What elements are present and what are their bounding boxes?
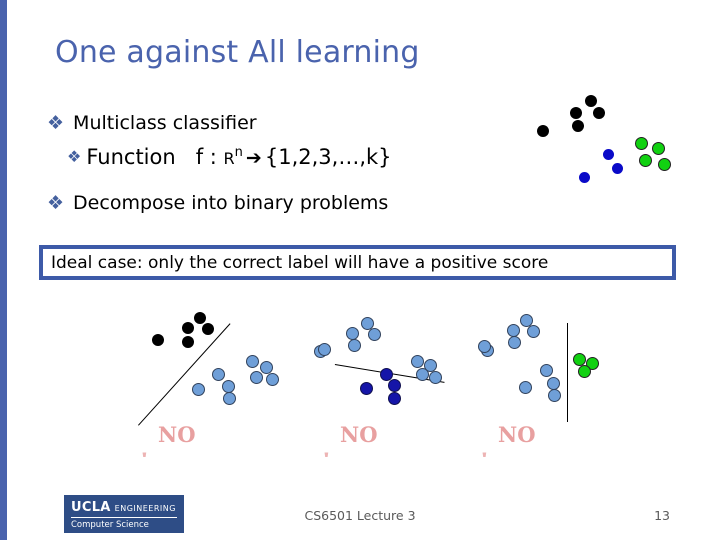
data-point-black bbox=[194, 312, 206, 324]
data-point-green bbox=[651, 141, 665, 155]
faded-clipped-label: ! bbox=[322, 448, 331, 457]
footer-page-number: 13 bbox=[654, 508, 670, 523]
diamond-bullet-icon: ❖ bbox=[47, 112, 65, 134]
data-point-black bbox=[570, 107, 582, 119]
data-point-dblue bbox=[387, 391, 401, 405]
data-point-black bbox=[572, 120, 584, 132]
data-point-lblue bbox=[259, 360, 273, 374]
function-expression: Function f : Rn ➔ {1,2,3,…,k} bbox=[86, 145, 391, 169]
data-point-lblue bbox=[539, 363, 553, 377]
data-point-lblue bbox=[506, 323, 520, 337]
data-point-navy bbox=[611, 162, 623, 174]
data-point-lblue bbox=[249, 370, 263, 384]
bullet-label: Decompose into binary problems bbox=[73, 192, 389, 214]
domain-exponent: n bbox=[234, 145, 243, 160]
data-point-black bbox=[585, 95, 597, 107]
faded-no-label: NO bbox=[498, 422, 536, 447]
data-point-lblue bbox=[222, 391, 236, 405]
data-point-lblue bbox=[428, 370, 442, 384]
page-title: One against All learning bbox=[55, 35, 420, 70]
data-point-black bbox=[202, 323, 214, 335]
data-point-lblue bbox=[547, 388, 561, 402]
function-symbol: f : bbox=[195, 145, 217, 169]
faded-no-label: NO bbox=[340, 422, 378, 447]
data-point-lblue bbox=[526, 324, 540, 338]
data-point-black bbox=[182, 322, 194, 334]
bullet-function-definition: ❖ Function f : Rn ➔ {1,2,3,…,k} bbox=[67, 145, 392, 169]
data-point-navy bbox=[578, 171, 590, 183]
data-point-lblue bbox=[245, 354, 259, 368]
data-point-black bbox=[152, 334, 164, 346]
data-point-lblue bbox=[367, 327, 381, 341]
data-point-green bbox=[577, 364, 591, 378]
data-point-lblue bbox=[518, 380, 532, 394]
left-accent-bar bbox=[0, 0, 7, 540]
data-point-lblue bbox=[546, 376, 560, 390]
diamond-bullet-icon: ❖ bbox=[67, 147, 82, 166]
data-point-green bbox=[572, 352, 586, 366]
diamond-bullet-icon: ❖ bbox=[47, 192, 65, 214]
faded-clipped-label: !____ ___ bbox=[480, 448, 566, 457]
faded-no-label: NO bbox=[158, 422, 196, 447]
data-point-lblue bbox=[317, 342, 331, 356]
domain-symbol: R bbox=[223, 149, 235, 168]
data-point-lblue bbox=[477, 339, 491, 353]
data-point-dblue bbox=[379, 367, 393, 381]
data-point-lblue bbox=[507, 335, 521, 349]
top-scatter-plot bbox=[524, 88, 720, 198]
data-point-lblue bbox=[265, 372, 279, 386]
ideal-case-callout: Ideal case: only the correct label will … bbox=[39, 245, 676, 280]
panel-green-vs-rest: NO!____ ___ bbox=[470, 300, 685, 475]
data-point-lblue bbox=[345, 326, 359, 340]
faded-clipped-label: ! bbox=[140, 448, 149, 457]
bullet-decompose-binary: ❖ Decompose into binary problems bbox=[47, 192, 388, 214]
data-point-lblue bbox=[191, 382, 205, 396]
data-point-green bbox=[634, 136, 648, 150]
footer-course-label: CS6501 Lecture 3 bbox=[304, 508, 416, 523]
data-point-black bbox=[182, 336, 194, 348]
function-word: Function bbox=[86, 145, 176, 169]
data-point-black bbox=[593, 107, 605, 119]
data-point-green bbox=[657, 157, 671, 171]
codomain-set: {1,2,3,…,k} bbox=[264, 145, 392, 169]
data-point-lblue bbox=[415, 367, 429, 381]
data-point-navy bbox=[602, 148, 614, 160]
data-point-dblue bbox=[387, 378, 401, 392]
decision-boundary-line bbox=[567, 323, 568, 422]
panel-black-vs-rest: NO! bbox=[130, 300, 335, 475]
bullet-label: Multiclass classifier bbox=[73, 112, 257, 134]
callout-text: Ideal case: only the correct label will … bbox=[51, 252, 549, 273]
data-point-lblue bbox=[221, 379, 235, 393]
right-arrow-icon: ➔ bbox=[245, 147, 262, 169]
bullet-multiclass-classifier: ❖ Multiclass classifier bbox=[47, 112, 257, 134]
data-point-lblue bbox=[347, 338, 361, 352]
slide-canvas: One against All learning ❖ Multiclass cl… bbox=[0, 0, 720, 540]
data-point-lblue bbox=[410, 354, 424, 368]
data-point-lblue bbox=[211, 367, 225, 381]
data-point-green bbox=[638, 153, 652, 167]
data-point-dblue bbox=[359, 381, 373, 395]
data-point-black bbox=[537, 125, 549, 137]
